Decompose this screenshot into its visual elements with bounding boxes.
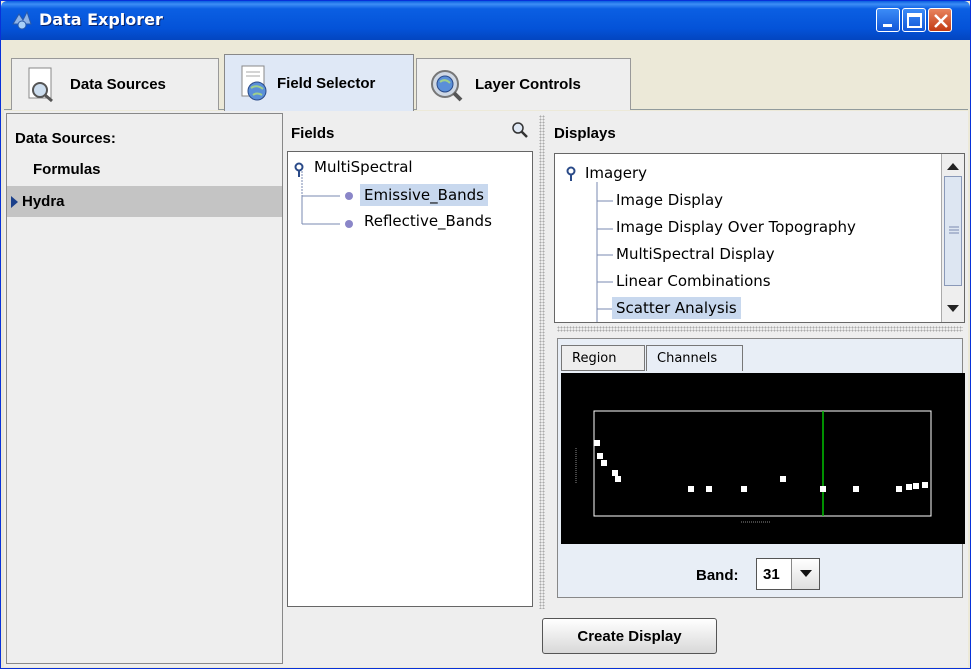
display-item-image-display-topography[interactable]: Image Display Over Topography bbox=[616, 218, 856, 236]
scroll-up-arrow-icon[interactable] bbox=[946, 161, 960, 171]
expand-arrow-icon[interactable] bbox=[10, 195, 20, 209]
tab-layer-controls[interactable]: Layer Controls bbox=[416, 58, 631, 110]
data-source-label: Hydra bbox=[22, 193, 65, 210]
create-display-button[interactable]: Create Display bbox=[542, 618, 717, 654]
tree-node-handle-icon[interactable] bbox=[293, 162, 307, 178]
leaf-bullet-icon bbox=[345, 192, 353, 200]
data-point bbox=[780, 476, 786, 482]
display-item-linear-combinations[interactable]: Linear Combinations bbox=[616, 272, 771, 290]
scroll-down-arrow-icon[interactable] bbox=[946, 304, 960, 314]
magnifier-doc-icon bbox=[28, 67, 53, 102]
tab-label: Field Selector bbox=[277, 74, 376, 92]
data-point bbox=[597, 453, 603, 459]
data-point bbox=[896, 486, 902, 492]
minimize-button[interactable] bbox=[876, 8, 900, 32]
close-button[interactable] bbox=[928, 8, 952, 32]
tab-field-selector[interactable]: Field Selector bbox=[224, 54, 414, 111]
data-point bbox=[688, 486, 694, 492]
data-sources-header: Data Sources: bbox=[15, 130, 116, 147]
data-point bbox=[601, 460, 607, 466]
data-point bbox=[906, 484, 912, 490]
band-dropdown-button[interactable] bbox=[791, 559, 819, 589]
globe-magnifier-icon bbox=[431, 69, 463, 101]
search-icon[interactable] bbox=[511, 121, 529, 139]
field-item-reflective-bands[interactable]: Reflective_Bands bbox=[364, 212, 492, 230]
band-label: Band: bbox=[696, 567, 739, 584]
chevron-down-icon bbox=[799, 570, 812, 577]
data-sources-panel: Data Sources: Formulas Hydra bbox=[6, 113, 283, 664]
leaf-bullet-icon bbox=[345, 220, 353, 228]
close-icon bbox=[934, 14, 948, 28]
title-bar[interactable]: Data Explorer bbox=[1, 1, 970, 40]
data-point bbox=[820, 486, 826, 492]
subtab-label: Channels bbox=[657, 351, 718, 366]
displays-header: Displays bbox=[554, 125, 616, 142]
tab-region[interactable]: Region bbox=[561, 345, 645, 371]
data-point bbox=[922, 482, 928, 488]
grip-icon bbox=[949, 226, 959, 234]
fields-tree[interactable]: MultiSpectral Emissive_Bands Reflective_… bbox=[287, 151, 533, 607]
maximize-button[interactable] bbox=[902, 8, 926, 32]
channels-plot[interactable] bbox=[561, 373, 965, 544]
data-point bbox=[594, 440, 600, 446]
data-source-label: Formulas bbox=[33, 161, 101, 178]
app-icon bbox=[12, 10, 32, 30]
display-item-multispectral-display[interactable]: MultiSpectral Display bbox=[616, 245, 775, 263]
data-source-item-formulas[interactable]: Formulas bbox=[7, 154, 282, 185]
globe-doc-icon bbox=[241, 65, 267, 101]
main-tabbar: Data Sources Field Selector Layer Contro… bbox=[4, 40, 968, 111]
tab-data-sources[interactable]: Data Sources bbox=[11, 58, 219, 110]
tab-channels[interactable]: Channels bbox=[646, 345, 743, 371]
data-source-item-hydra[interactable]: Hydra bbox=[7, 186, 282, 217]
data-point bbox=[615, 476, 621, 482]
data-point bbox=[913, 483, 919, 489]
data-point bbox=[853, 486, 859, 492]
horizontal-splitter[interactable] bbox=[557, 326, 963, 332]
data-point bbox=[612, 470, 618, 476]
tree-node-handle-icon[interactable] bbox=[565, 166, 579, 182]
subtab-label: Region bbox=[572, 350, 617, 366]
band-value: 31 bbox=[763, 565, 780, 583]
field-root-multispectral[interactable]: MultiSpectral bbox=[314, 158, 413, 176]
scrollbar-thumb[interactable] bbox=[944, 176, 962, 286]
minimize-icon bbox=[883, 24, 892, 27]
plot-frame bbox=[593, 410, 932, 517]
tab-label: Layer Controls bbox=[475, 76, 581, 93]
data-point bbox=[741, 486, 747, 492]
band-select[interactable]: 31 bbox=[756, 558, 820, 590]
maximize-icon bbox=[907, 13, 922, 28]
data-explorer-window: Data Explorer Data Sources Field Selecto… bbox=[0, 0, 971, 669]
display-item-scatter-analysis[interactable]: Scatter Analysis bbox=[612, 297, 741, 319]
window-title: Data Explorer bbox=[39, 10, 163, 29]
data-point bbox=[706, 486, 712, 492]
fields-header: Fields bbox=[291, 125, 335, 142]
spectrum-chart bbox=[575, 410, 932, 523]
display-root-imagery[interactable]: Imagery bbox=[585, 164, 647, 182]
displays-tree[interactable]: Imagery Image Display Image Display Over… bbox=[554, 153, 965, 323]
vertical-splitter[interactable] bbox=[539, 115, 545, 609]
tab-label: Data Sources bbox=[70, 76, 166, 93]
field-item-emissive-bands[interactable]: Emissive_Bands bbox=[360, 184, 488, 206]
display-item-image-display[interactable]: Image Display bbox=[616, 191, 723, 209]
displays-scrollbar[interactable] bbox=[941, 154, 964, 322]
